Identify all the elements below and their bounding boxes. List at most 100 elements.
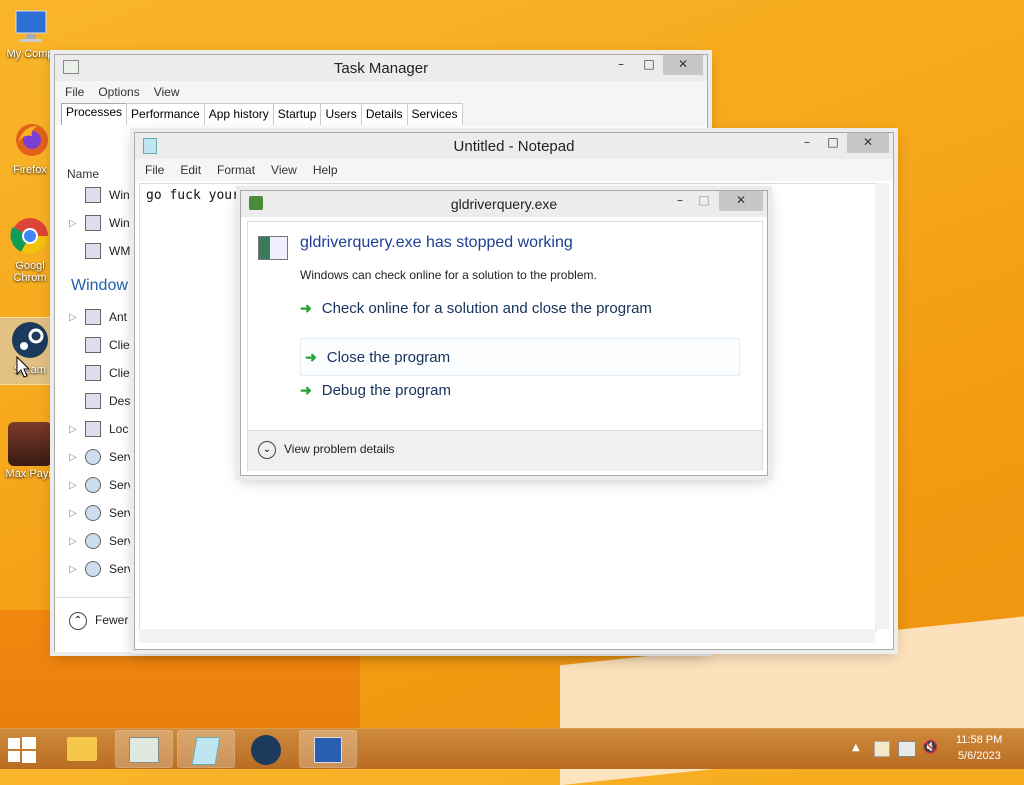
tab-performance[interactable]: Performance [126,103,205,125]
error-heading: gldriverquery.exe has stopped working [300,234,573,251]
process-row[interactable]: ▷ Ant [69,309,127,325]
process-name: Loc [109,422,129,436]
process-name: Serv [109,478,134,492]
taskbar-steam[interactable] [238,731,294,767]
expand-chevron-icon[interactable]: ▷ [69,312,77,323]
expand-chevron-icon[interactable]: ▷ [69,564,77,575]
volume-muted-icon[interactable]: 🔇 [922,740,938,755]
collapse-chevron-icon[interactable]: ⌃ [69,612,87,630]
process-row[interactable]: ▷ Serv [69,449,134,465]
close-button[interactable]: ✕ [663,55,703,75]
tab-users[interactable]: Users [320,103,362,125]
gear-icon [85,505,101,521]
maximize-button[interactable]: □ [823,133,843,153]
process-row[interactable]: Des [69,393,130,409]
menu-format[interactable]: Format [217,163,255,177]
menu-file[interactable]: File [65,85,84,99]
menu-view[interactable]: View [271,163,297,177]
desktop-icon-firefox[interactable]: Firefox [0,118,60,176]
taskbar-file-explorer[interactable] [54,731,110,767]
process-name: Clie [109,338,130,352]
action-center-flag-icon[interactable] [874,741,890,757]
task-manager-menubar: File Options View [55,81,707,103]
maximize-button[interactable]: □ [639,55,659,75]
desktop-icon-computer[interactable]: My Comp [0,8,60,60]
process-row[interactable]: ▷ Serv [69,505,134,521]
process-name: Win [109,188,130,202]
expand-chevron-icon[interactable]: ⌄ [258,441,276,459]
horizontal-scrollbar[interactable] [139,629,875,643]
green-arrow-icon: ➜ [305,348,317,365]
taskbar-gldriverquery[interactable] [299,730,357,768]
taskbar-notepad[interactable] [177,730,235,768]
show-hidden-icons-icon[interactable]: ▲ [852,742,860,753]
check-online-option[interactable]: ➜ Check online for a solution and close t… [300,300,652,317]
task-manager-tabs: Processes Performance App history Startu… [55,103,707,125]
gear-icon [85,561,101,577]
taskbar-task-manager[interactable] [115,730,173,768]
option-label: Close the program [326,348,451,366]
error-dialog-titlebar[interactable]: gldriverquery.exe – □ ✕ [241,191,767,217]
expand-chevron-icon[interactable]: ▷ [69,480,77,491]
window-title: Task Manager [333,59,429,77]
network-icon[interactable] [898,741,916,757]
app-icon [85,393,101,409]
app-icon [85,337,101,353]
fewer-details-link[interactable]: Fewer d [95,613,138,627]
view-problem-details-link[interactable]: View problem details [284,442,395,456]
tab-details[interactable]: Details [360,103,408,125]
expand-chevron-icon[interactable]: ▷ [69,536,77,547]
menu-help[interactable]: Help [313,163,338,177]
error-dialog-body: gldriverquery.exe has stopped working Wi… [247,221,763,471]
menu-view[interactable]: View [154,85,180,99]
clock-date[interactable]: 5/6/2023 [958,750,1001,762]
notepad-content: go fuck your [146,188,240,203]
menu-options[interactable]: Options [98,85,139,99]
desktop-icon-chrome[interactable]: Googl Chrom [0,214,60,284]
column-header-name[interactable]: Name [67,167,99,181]
window-title: Untitled - Notepad [453,137,575,155]
close-program-option[interactable]: ➜ Close the program [300,338,740,376]
error-dialog-footer: ⌄ View problem details [248,430,762,471]
expand-chevron-icon[interactable]: ▷ [69,508,77,519]
error-subtext: Windows can check online for a solution … [300,268,597,282]
tab-startup[interactable]: Startup [272,103,322,125]
process-row[interactable]: Clie [69,365,130,381]
start-button[interactable] [8,737,36,763]
task-manager-titlebar[interactable]: Task Manager – □ ✕ [55,55,707,81]
tab-app-history[interactable]: App history [203,103,274,125]
vertical-scrollbar[interactable] [875,183,889,629]
program-window-icon [258,236,288,260]
process-row[interactable]: ▷ Serv [69,477,134,493]
gear-icon [85,533,101,549]
maximize-button: □ [698,193,710,207]
process-row[interactable]: Clie [69,337,130,353]
menu-edit[interactable]: Edit [180,163,201,177]
clock-time[interactable]: 11:58 PM [956,734,1002,746]
process-row[interactable]: ▷ Serv [69,561,134,577]
expand-chevron-icon[interactable]: ▷ [69,218,77,229]
desktop-icon-steam[interactable]: Steam [0,317,61,385]
minimize-button[interactable]: – [797,133,817,153]
minimize-button[interactable]: – [671,191,689,211]
process-name: Ant [109,310,128,324]
close-button[interactable]: ✕ [719,191,763,211]
debug-program-option[interactable]: ➜ Debug the program [300,382,451,399]
process-row[interactable]: ▷ Loc [69,421,128,437]
process-row[interactable]: WM [69,243,130,259]
process-name: Des [109,394,131,408]
menu-file[interactable]: File [145,163,164,177]
close-button[interactable]: ✕ [847,133,889,153]
minimize-button[interactable]: – [611,55,631,75]
tab-services[interactable]: Services [406,103,463,125]
process-row[interactable]: ▷ Serv [69,533,134,549]
expand-chevron-icon[interactable]: ▷ [69,452,77,463]
notepad-titlebar[interactable]: Untitled - Notepad – □ ✕ [135,133,893,159]
expand-chevron-icon[interactable]: ▷ [69,424,77,435]
process-row[interactable]: Win [69,187,130,203]
app-icon [85,243,101,259]
desktop-icon-max-payne[interactable]: Max Payn [0,422,60,480]
process-row[interactable]: ▷ Win [69,215,130,231]
tab-processes[interactable]: Processes [61,103,128,125]
taskbar: ▲ 🔇 11:58 PM 5/6/2023 [0,728,1024,769]
